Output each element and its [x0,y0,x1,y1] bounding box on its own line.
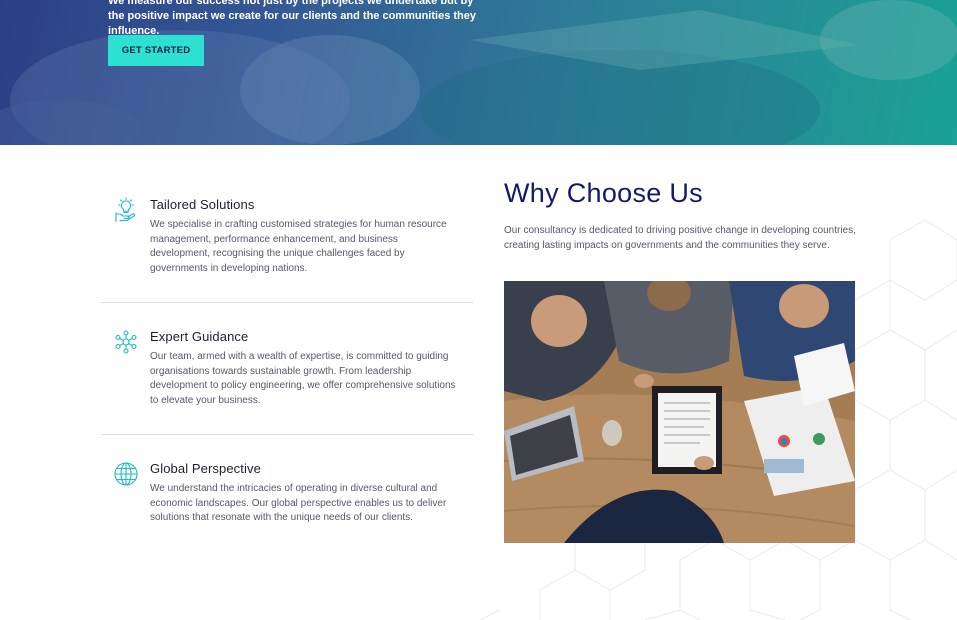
section-description: Our consultancy is dedicated to driving … [504,225,856,251]
section-title: Why Choose Us [504,178,703,208]
feature-description: We understand the intricacies of operati… [150,483,447,523]
globe-icon [114,462,138,486]
divider [101,434,473,435]
hero-text: We measure our success not just by the p… [108,0,476,37]
feature-title: Global Perspective [150,461,261,476]
business-meeting-photo [504,281,855,543]
divider [101,302,473,303]
feature-title: Tailored Solutions [150,197,255,212]
team-network-icon [115,330,137,354]
feature-description: We specialise in crafting customised str… [150,219,447,274]
feature-title: Expert Guidance [150,329,249,344]
feature-description: Our team, armed with a wealth of experti… [150,351,456,406]
hero-banner: We measure our success not just by the p… [0,0,957,145]
lightbulb-hand-icon [115,197,136,223]
get-started-button[interactable]: GET STARTED [108,35,204,66]
